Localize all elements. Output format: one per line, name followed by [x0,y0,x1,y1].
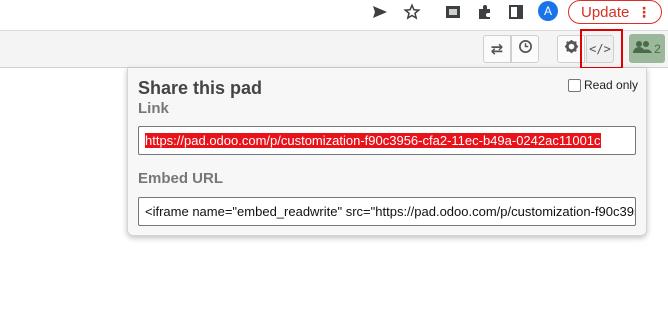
link-value: https://pad.odoo.com/p/customization-f90… [145,133,601,148]
import-export-button[interactable]: ⇄ [483,35,511,63]
clock-icon [518,39,533,59]
import-export-icon: ⇄ [490,41,504,58]
embed-url-field[interactable]: <iframe name="embed_readwrite" src="http… [138,197,636,226]
screenshot-icon[interactable] [441,0,465,24]
timeslider-button[interactable] [511,35,539,63]
sidebar-icon[interactable] [504,0,528,24]
read-only-checkbox[interactable] [568,78,581,92]
menu-dots-icon[interactable]: ⋮ [637,3,651,21]
gear-icon [564,39,579,59]
link-field[interactable]: https://pad.odoo.com/p/customization-f90… [138,126,636,155]
profile-avatar[interactable]: A [538,1,558,21]
share-popup: Share this pad Read only Link https://pa… [127,68,647,236]
star-icon[interactable] [400,0,424,24]
read-only-toggle[interactable]: Read only [568,78,638,92]
popup-title: Share this pad [138,78,263,98]
read-only-label: Read only [584,78,639,92]
embed-url-value: <iframe name="embed_readwrite" src="http… [145,204,635,219]
users-icon [633,40,653,57]
browser-toolbar: A Update ⋮ [0,0,668,30]
update-label: Update [581,3,630,21]
link-label: Link [138,100,169,117]
embed-url-label: Embed URL [138,170,224,187]
users-button[interactable]: 2 [629,34,665,63]
users-count: 2 [654,41,661,56]
send-icon[interactable] [368,0,392,24]
update-button[interactable]: Update ⋮ [568,0,662,24]
extensions-icon[interactable] [473,0,497,24]
highlight-outline [580,29,623,69]
